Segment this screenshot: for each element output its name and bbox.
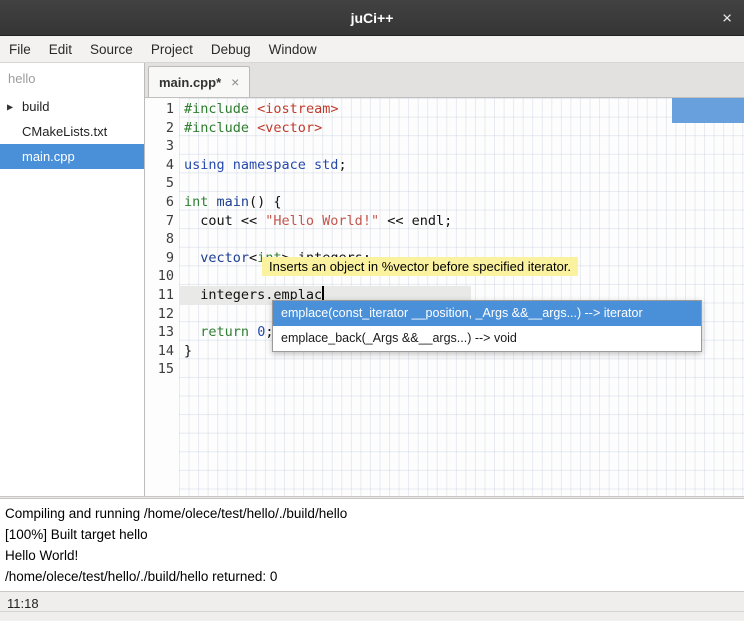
code-token [184, 324, 200, 340]
line-number: 12 [145, 305, 174, 324]
tab-close-icon[interactable]: × [231, 74, 239, 90]
tree-item-cmakelists-txt[interactable]: CMakeLists.txt [0, 119, 144, 144]
code-line[interactable]: cout << "Hello World!" << endl; [184, 212, 744, 231]
code-line[interactable] [184, 360, 744, 379]
completion-popup: emplace(const_iterator __position, _Args… [272, 300, 702, 352]
file-tree: ▶ build CMakeLists.txt main.cpp [0, 94, 144, 169]
code-token [184, 250, 200, 266]
code-token: return [200, 324, 249, 340]
line-number: 15 [145, 360, 174, 379]
tab-label: main.cpp* [159, 75, 221, 90]
window-close-icon[interactable]: × [722, 9, 732, 26]
menu-edit[interactable]: Edit [40, 36, 81, 62]
code-line[interactable]: int main() { [184, 193, 744, 212]
line-number: 13 [145, 323, 174, 342]
code-token: vector [200, 250, 249, 266]
completion-item[interactable]: emplace_back(_Args &&__args...) --> void [273, 326, 701, 351]
line-number: 4 [145, 156, 174, 175]
menu-debug[interactable]: Debug [202, 36, 260, 62]
statusbar: 11:18 [0, 591, 744, 620]
code-line[interactable]: using namespace std; [184, 156, 744, 175]
terminal-line: [100%] Built target hello [5, 524, 739, 545]
code-line[interactable]: #include <iostream> [184, 100, 744, 119]
tree-item-main-cpp[interactable]: main.cpp [0, 144, 144, 169]
code-token: < [249, 250, 257, 266]
line-number-gutter: 123456789101112131415 [145, 100, 174, 379]
line-number: 14 [145, 342, 174, 361]
line-number: 2 [145, 119, 174, 138]
code-token [249, 120, 257, 136]
terminal-line: /home/olece/test/hello/./build/hello ret… [5, 566, 739, 587]
code-line[interactable] [184, 137, 744, 156]
code-token: cout << [184, 213, 265, 229]
code-token [208, 194, 216, 210]
code-token: ; [338, 157, 346, 173]
main-area: hello ▶ build CMakeLists.txt main.cpp main.… [0, 63, 744, 496]
tabbar: main.cpp* × [145, 63, 744, 98]
code-editor[interactable]: 123456789101112131415 #include <iostream… [145, 98, 744, 496]
completion-item[interactable]: emplace(const_iterator __position, _Args… [273, 301, 701, 326]
line-number: 8 [145, 230, 174, 249]
menu-window[interactable]: Window [260, 36, 326, 62]
code-token [249, 101, 257, 117]
tab-main-cpp[interactable]: main.cpp* × [148, 66, 250, 97]
code-token: #include [184, 120, 249, 136]
code-line[interactable] [184, 230, 744, 249]
line-number: 3 [145, 137, 174, 156]
menu-project[interactable]: Project [142, 36, 202, 62]
cursor-position: 11:18 [0, 592, 744, 611]
statusbar-divider [0, 611, 744, 612]
tree-item-build[interactable]: ▶ build [0, 94, 144, 119]
line-number: 6 [145, 193, 174, 212]
line-number: 5 [145, 174, 174, 193]
line-number: 11 [145, 286, 174, 305]
code-token [249, 324, 257, 340]
code-token: } [184, 343, 192, 359]
terminal-output: Compiling and running /home/olece/test/h… [0, 499, 744, 591]
menu-file[interactable]: File [0, 36, 40, 62]
doc-tooltip: Inserts an object in %vector before spec… [262, 257, 578, 276]
menubar: FileEditSourceProjectDebugWindow [0, 36, 744, 63]
tree-item-label: main.cpp [22, 149, 75, 164]
titlebar: juCi++ × [0, 0, 744, 36]
editor-column: main.cpp* × 123456789101112131415 #inclu… [145, 63, 744, 496]
code-token: "Hello World!" [265, 213, 379, 229]
terminal-line: Hello World! [5, 545, 739, 566]
line-number: 9 [145, 249, 174, 268]
code-token: <iostream> [257, 101, 338, 117]
code-token: int [184, 194, 208, 210]
tree-item-label: CMakeLists.txt [22, 124, 107, 139]
terminal-line: Compiling and running /home/olece/test/h… [5, 503, 739, 524]
code-line[interactable]: #include <vector> [184, 119, 744, 138]
text-cursor [322, 286, 324, 301]
tree-item-label: build [22, 99, 49, 114]
line-number: 10 [145, 267, 174, 286]
code-token: #include [184, 101, 249, 117]
menu-source[interactable]: Source [81, 36, 142, 62]
window-title: juCi++ [351, 10, 394, 26]
app-window: juCi++ × FileEditSourceProjectDebugWindo… [0, 0, 744, 621]
line-number: 1 [145, 100, 174, 119]
code-line[interactable] [184, 174, 744, 193]
code-token: using namespace std [184, 157, 338, 173]
sidebar: hello ▶ build CMakeLists.txt main.cpp [0, 63, 145, 496]
line-number: 7 [145, 212, 174, 231]
code-token: () { [249, 194, 282, 210]
scrollbar-thumb[interactable] [672, 98, 744, 123]
code-token: main [217, 194, 250, 210]
project-name: hello [0, 63, 144, 94]
expander-icon[interactable]: ▶ [7, 102, 13, 111]
code-token: <vector> [257, 120, 322, 136]
code-token: << endl; [379, 213, 452, 229]
